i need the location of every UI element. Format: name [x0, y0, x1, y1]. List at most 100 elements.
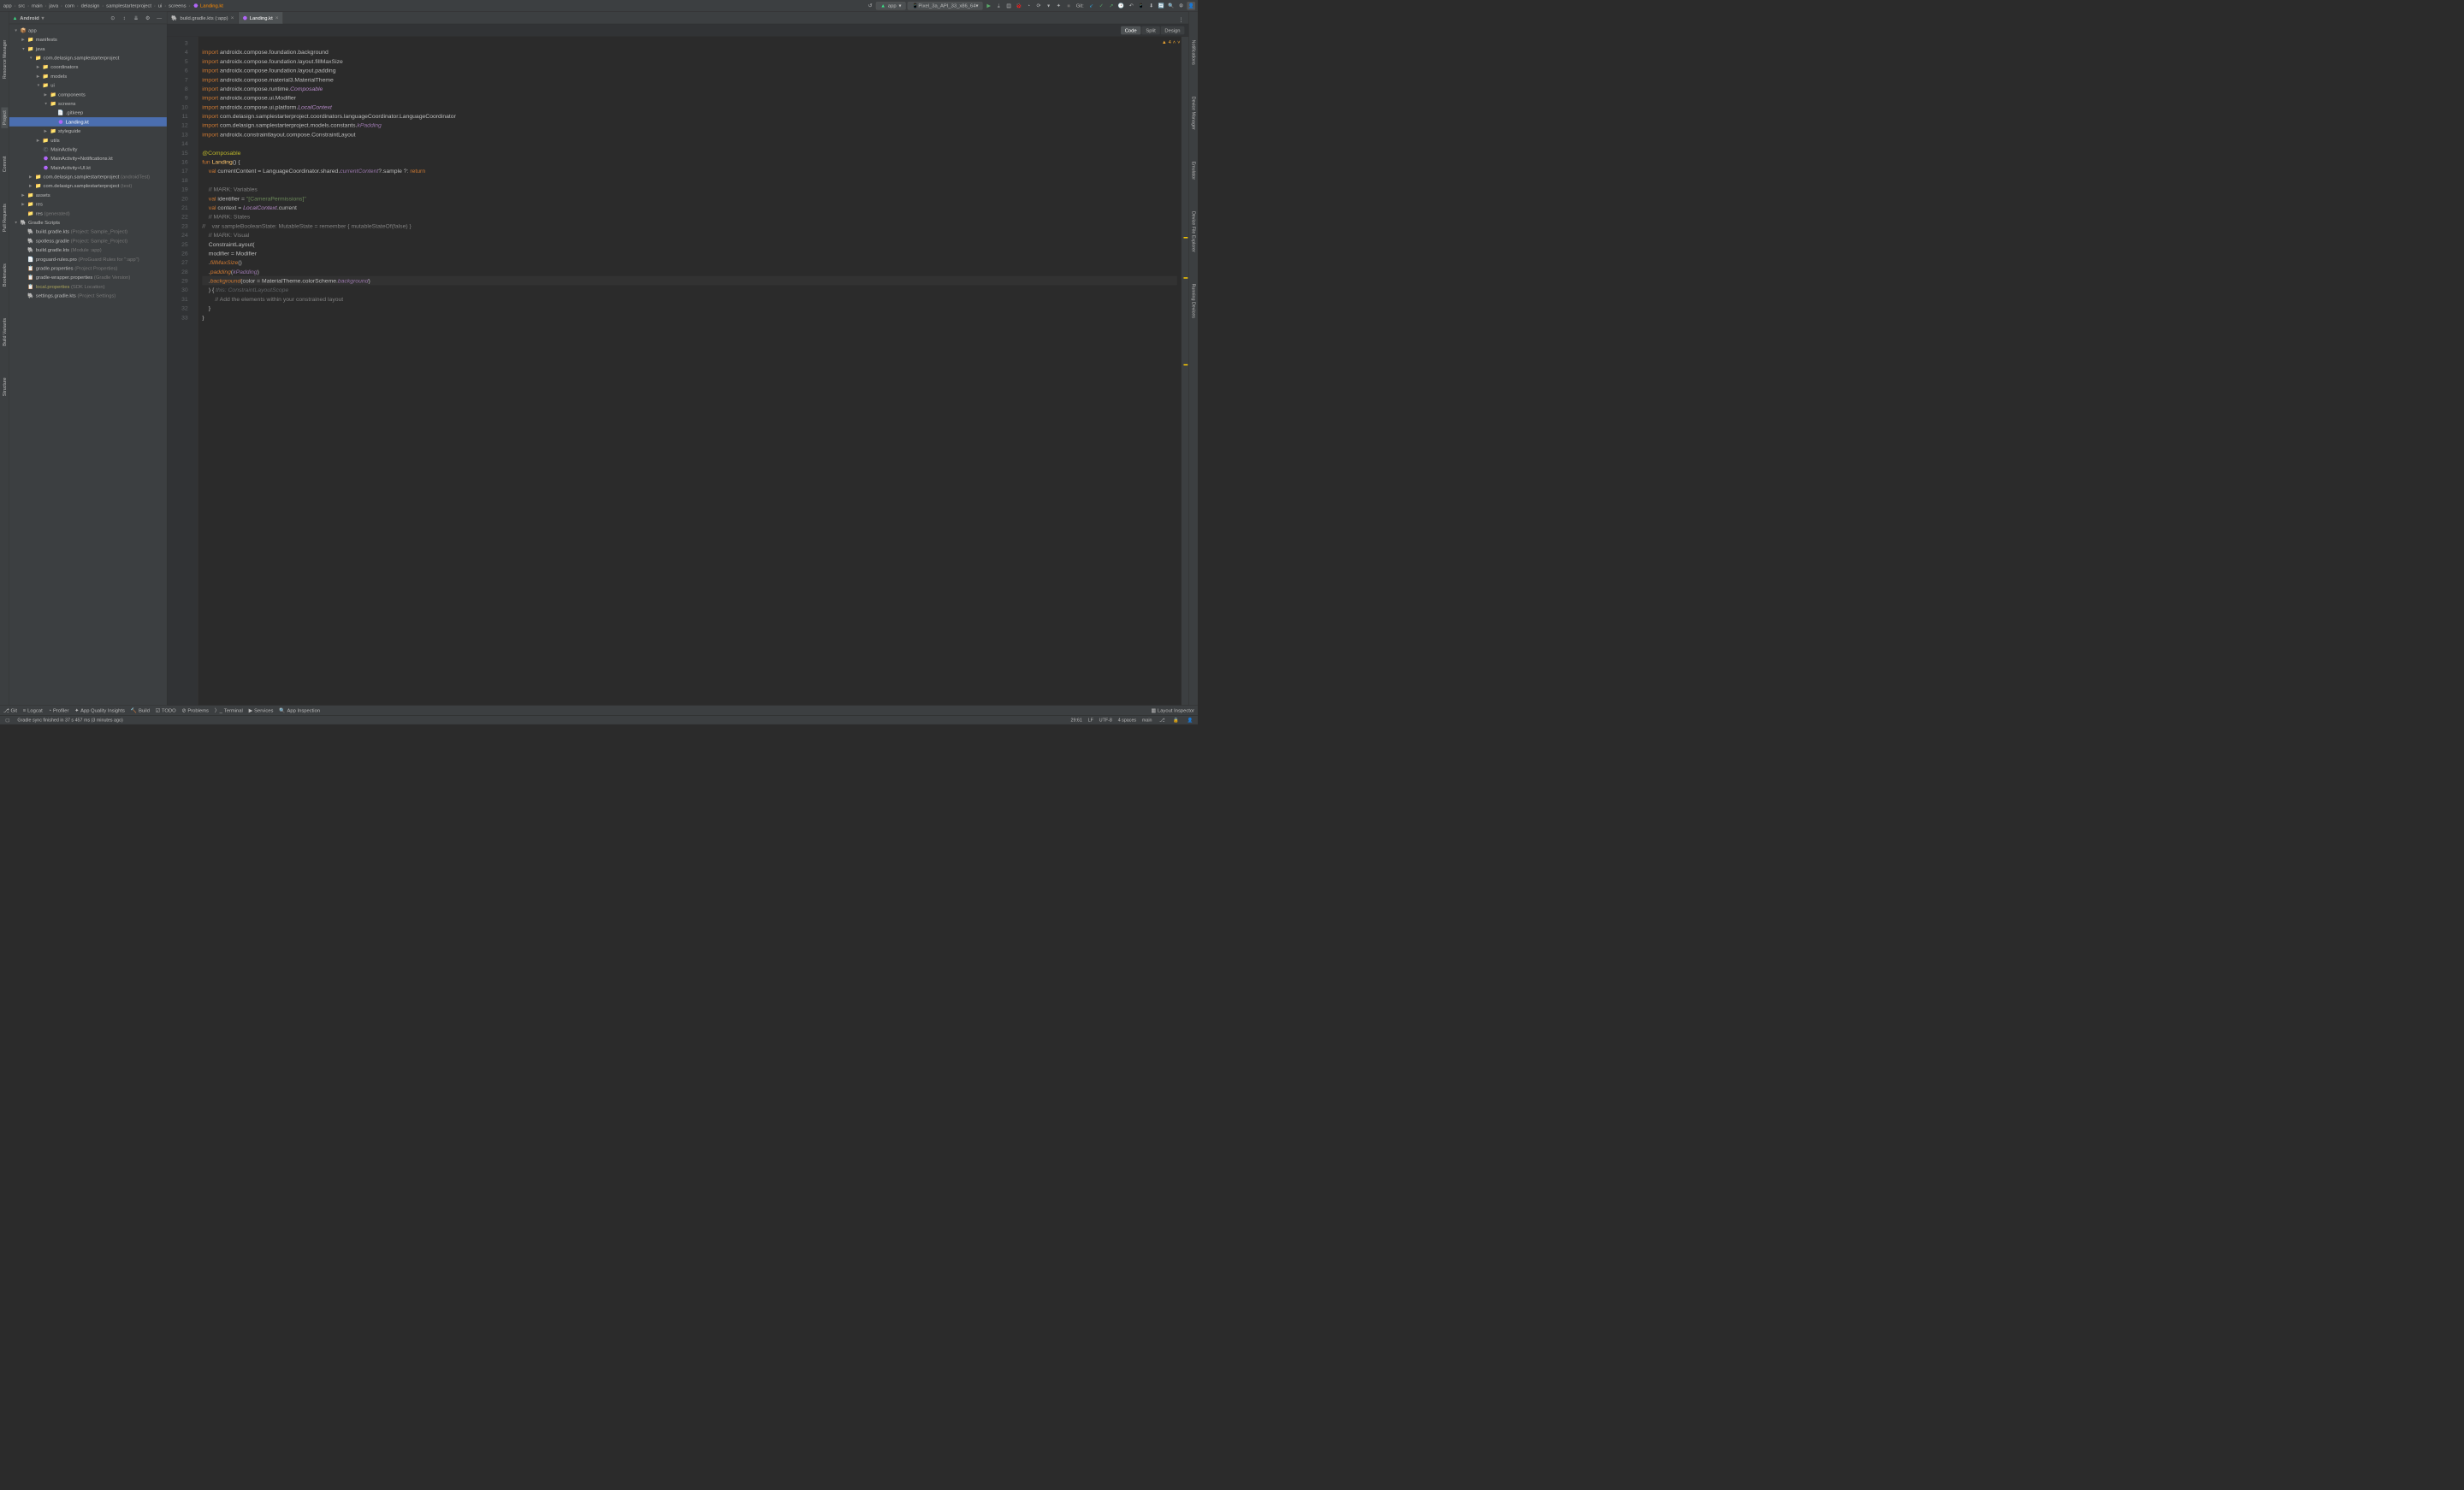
status-field[interactable]: UTF-8	[1099, 718, 1112, 723]
tree-item[interactable]: 📋gradle-wrapper.properties (Gradle Versi…	[9, 273, 167, 282]
tree-item[interactable]: ▶📁com.delasign.samplestarterproject (tes…	[9, 181, 167, 191]
error-stripe[interactable]	[1182, 37, 1189, 706]
sync-gradle-icon[interactable]: 🔄	[1157, 2, 1165, 10]
rail-tab-resource-manager[interactable]: Resource Manager	[1, 37, 8, 82]
editor-tab[interactable]: 🐘build.gradle.kts (:app)✕	[167, 12, 238, 24]
bottom-tool-build[interactable]: 🔨Build	[131, 707, 150, 713]
tree-item[interactable]: 📄proguard-rules.pro (ProGuard Rules for …	[9, 254, 167, 263]
tree-item[interactable]: 🐘build.gradle.kts (Module :app)	[9, 245, 167, 255]
tree-item[interactable]: ▼📁ui	[9, 80, 167, 90]
project-tree[interactable]: ▼📦app▶📁manifests▼📁java▼📁com.delasign.sam…	[9, 24, 167, 705]
tree-item[interactable]: 📄.gitkeep	[9, 108, 167, 117]
debug-icon[interactable]: 🐞	[1015, 2, 1023, 10]
device-selector[interactable]: 📱 Pixel_3a_API_33_x86_64 ▾	[908, 2, 983, 10]
breadcrumb-segment[interactable]: screens	[168, 3, 187, 9]
bottom-tool-profiler[interactable]: ◔Profiler	[48, 707, 68, 713]
tree-item[interactable]: ⬣MainActivity+UI.kt	[9, 163, 167, 173]
sync-icon[interactable]: ↺	[866, 2, 874, 10]
tree-item[interactable]: ▼📁java	[9, 44, 167, 54]
breadcrumb-segment[interactable]: main	[31, 3, 44, 9]
lock-icon[interactable]: 🔒	[1172, 716, 1181, 724]
breadcrumb-segment[interactable]: delasign	[80, 3, 101, 9]
assistant-icon[interactable]: ✦	[1054, 2, 1063, 10]
bottom-tool-services[interactable]: ▶Services	[249, 707, 274, 713]
rail-tab-structure[interactable]: Structure	[1, 374, 8, 399]
commit-icon[interactable]: ✓	[1097, 2, 1105, 10]
view-mode-split[interactable]: Split	[1141, 26, 1159, 34]
status-field[interactable]: main	[1142, 718, 1152, 723]
tree-item[interactable]: 📋local.properties (SDK Location)	[9, 282, 167, 292]
rail-tab-notifications[interactable]: Notifications	[1190, 37, 1197, 68]
rail-tab-project[interactable]: Project	[1, 107, 8, 127]
more-actions-icon[interactable]: ▾	[1045, 2, 1053, 10]
indexing-icon[interactable]: 👤	[1186, 716, 1194, 724]
close-icon[interactable]: ✕	[275, 15, 279, 20]
debug-step-icon[interactable]: ⤓	[994, 2, 1003, 10]
rail-tab-bookmarks[interactable]: Bookmarks	[1, 260, 8, 290]
tree-item[interactable]: ▶📁styleguide	[9, 127, 167, 136]
tree-item[interactable]: ▶📁components	[9, 90, 167, 99]
tree-item[interactable]: 🐘spotless.gradle (Project: Sample_Projec…	[9, 236, 167, 245]
undo-icon[interactable]: ↶	[1127, 2, 1135, 10]
tree-item[interactable]: ▼🐘Gradle Scripts	[9, 218, 167, 228]
tree-item[interactable]: ▶📁assets	[9, 191, 167, 200]
tree-item[interactable]: ▶📁coordinators	[9, 62, 167, 72]
bottom-tool-problems[interactable]: ⊘Problems	[181, 707, 208, 713]
tree-item[interactable]: ▼📁com.delasign.samplestarterproject	[9, 53, 167, 62]
tree-item[interactable]: 📋gradle.properties (Project Properties)	[9, 263, 167, 273]
view-mode-design[interactable]: Design	[1161, 26, 1185, 34]
profile-icon[interactable]: ◔	[1024, 2, 1033, 10]
editor-tab[interactable]: ⬣Landing.kt✕	[239, 12, 283, 24]
update-project-icon[interactable]: ↙	[1087, 2, 1096, 10]
avd-icon[interactable]: 📱	[1137, 2, 1146, 10]
code-editor[interactable]: ▲ 4 ˄ ˅ 34567891011121314151617181920212…	[167, 37, 1188, 706]
rail-tab-emulator[interactable]: Emulator	[1190, 158, 1197, 183]
tree-item[interactable]: 🐘settings.gradle.kts (Project Settings)	[9, 291, 167, 300]
breadcrumb-segment[interactable]: com	[64, 3, 75, 9]
status-menu-icon[interactable]: ▢	[3, 716, 12, 724]
push-icon[interactable]: ↗	[1107, 2, 1116, 10]
hide-panel-icon[interactable]: —	[155, 14, 163, 22]
settings-icon[interactable]: ⚙	[1177, 2, 1186, 10]
rail-tab-device-file-explorer[interactable]: Device File Explorer	[1190, 208, 1197, 256]
breadcrumb-segment[interactable]: ⬣ Landing.kt	[192, 3, 224, 9]
account-icon[interactable]: 👤	[1187, 2, 1195, 10]
view-mode-code[interactable]: Code	[1121, 26, 1141, 34]
bottom-tool-logcat[interactable]: ≡Logcat	[23, 707, 43, 713]
tree-item[interactable]: 📁res (generated)	[9, 209, 167, 218]
line-number-gutter[interactable]: 3456789101112131415161718192021222324252…	[167, 37, 192, 706]
breadcrumb[interactable]: app›src›main›java›com›delasign›samplesta…	[3, 3, 864, 9]
tree-item[interactable]: ⬣Landing.kt	[9, 117, 167, 127]
tree-item[interactable]: ⬣MainActivity+Notifications.kt	[9, 154, 167, 163]
run-icon[interactable]: ▶	[985, 2, 993, 10]
chevron-up-icon[interactable]: ˄	[1173, 39, 1176, 45]
tab-menu-icon[interactable]: ⋮	[1177, 15, 1186, 24]
breadcrumb-segment[interactable]: java	[48, 3, 59, 9]
collapse-icon[interactable]: ⇊	[132, 14, 140, 22]
tree-item[interactable]: ▼📁screens	[9, 99, 167, 109]
breadcrumb-segment[interactable]: samplestarterproject	[105, 3, 152, 9]
sdk-icon[interactable]: ⬇	[1147, 2, 1156, 10]
tree-item[interactable]: ▶📁manifests	[9, 35, 167, 44]
chevron-down-icon[interactable]: ˅	[1177, 39, 1180, 45]
breadcrumb-segment[interactable]: src	[17, 3, 26, 9]
bottom-tool-todo[interactable]: ☑TODO	[156, 707, 176, 713]
rail-tab-device-manager[interactable]: Device Manager	[1190, 93, 1197, 133]
status-field[interactable]: 4 spaces	[1118, 718, 1136, 723]
rail-tab-running-devices[interactable]: Running Devices	[1190, 281, 1197, 322]
bottom-tool-git[interactable]: ⎇Git	[3, 707, 17, 713]
close-icon[interactable]: ✕	[230, 15, 234, 20]
coverage-icon[interactable]: ▤	[1004, 2, 1013, 10]
tree-item[interactable]: ▶📁utils	[9, 135, 167, 145]
bottom-tool-app-inspection[interactable]: 🔍App Inspection	[279, 707, 320, 713]
code-content[interactable]: import androidx.compose.foundation.backg…	[198, 37, 1181, 706]
bottom-tool-terminal[interactable]: 〉_Terminal	[215, 707, 243, 713]
stop-icon[interactable]: ■	[1064, 2, 1073, 10]
fold-gutter[interactable]	[192, 37, 198, 706]
search-icon[interactable]: 🔍	[1167, 2, 1176, 10]
panel-title[interactable]: ▲Android▾	[13, 15, 106, 21]
attach-icon[interactable]: ⟳	[1034, 2, 1043, 10]
breadcrumb-segment[interactable]: ui	[157, 3, 163, 9]
layout-inspector-button[interactable]: ▦ Layout Inspector	[1151, 707, 1194, 713]
locate-icon[interactable]: ⊙	[109, 14, 117, 22]
